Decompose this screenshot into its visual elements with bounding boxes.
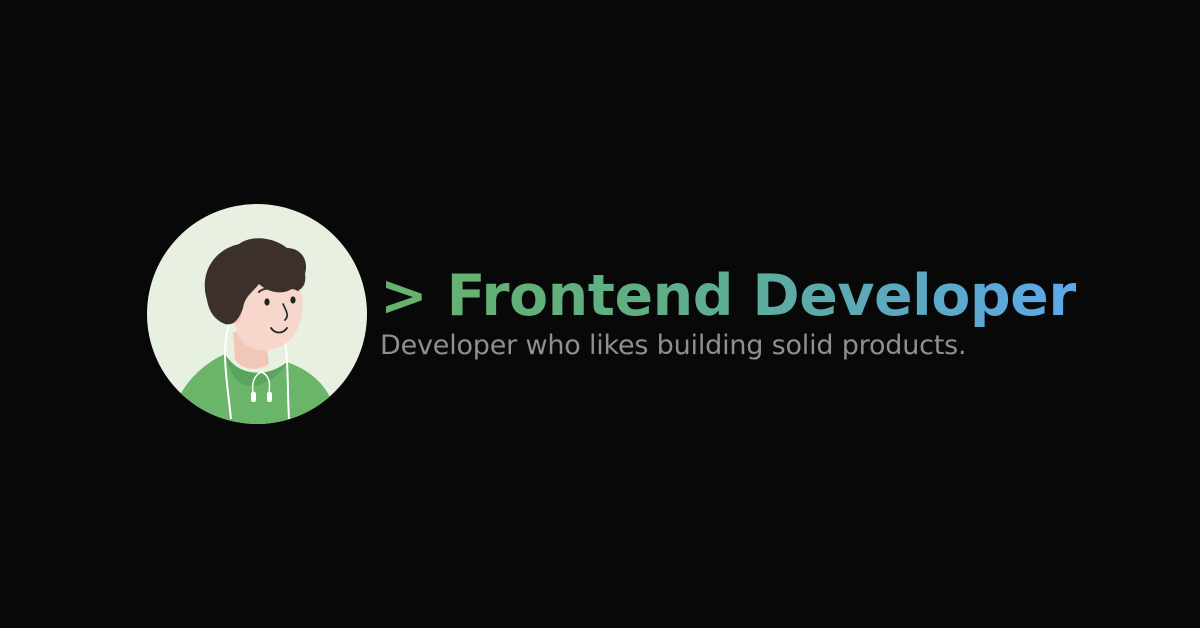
avatar [147, 204, 367, 424]
tagline: Developer who likes building solid produ… [380, 330, 967, 361]
intro-text: > Frontend Developer Developer who likes… [380, 262, 1180, 362]
social-card: > Frontend Developer Developer who likes… [0, 0, 1200, 628]
headline: > Frontend Developer [380, 263, 1076, 329]
developer-avatar-icon [147, 204, 367, 424]
